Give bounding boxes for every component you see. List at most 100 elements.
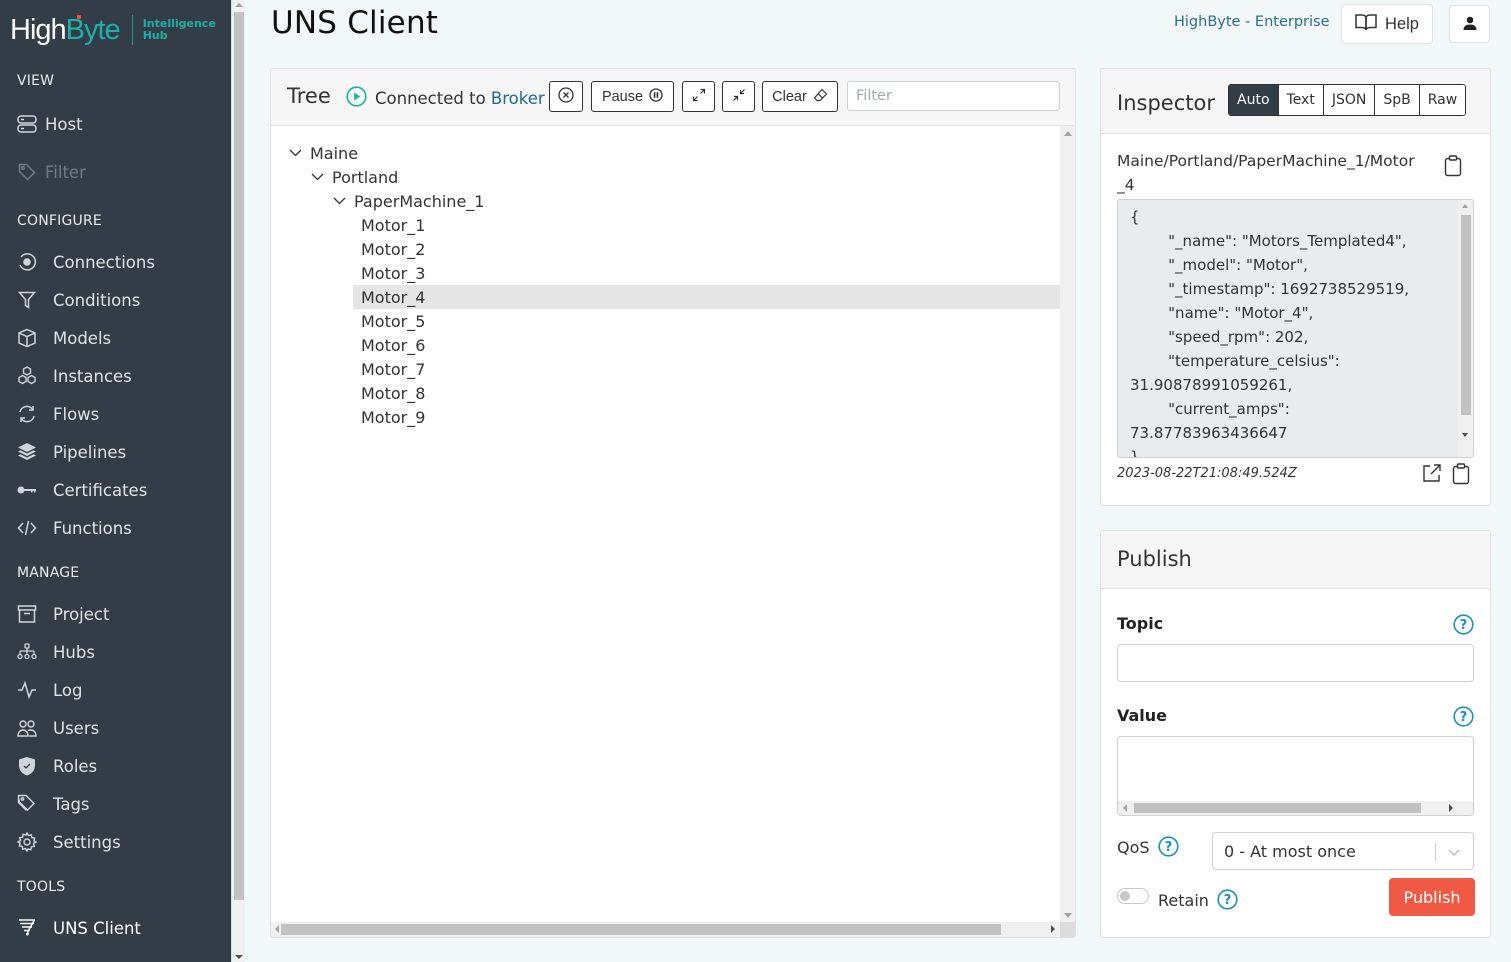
tree-node[interactable]: Motor_2: [361, 237, 425, 261]
mode-auto[interactable]: Auto: [1229, 85, 1278, 115]
tree-node-label: Motor_8: [361, 383, 426, 403]
tree-filter-input[interactable]: [847, 81, 1060, 111]
publish-button[interactable]: Publish: [1389, 878, 1475, 916]
value-horizontal-scrollbar[interactable]: [1118, 801, 1473, 815]
scroll-right-arrow-icon[interactable]: [1051, 925, 1055, 933]
scroll-right-arrow-icon[interactable]: [1449, 804, 1453, 812]
sidebar-item-label: Hubs: [53, 642, 95, 662]
chevron-down-icon[interactable]: [332, 197, 346, 205]
tree-node[interactable]: Motor_7: [361, 357, 425, 381]
sidebar-item-label: Instances: [53, 366, 132, 386]
tree-node[interactable]: PaperMachine_1: [332, 189, 484, 213]
sidebar-item-hubs[interactable]: Hubs: [17, 639, 95, 665]
sidebar-item-models[interactable]: Models: [17, 325, 111, 351]
highbyte-logo: High Byte Intelligence Hub: [10, 12, 216, 48]
help-button[interactable]: Help: [1341, 4, 1433, 44]
sidebar-item-connections[interactable]: Connections: [17, 249, 155, 275]
sidebar-item-users[interactable]: Users: [17, 715, 99, 741]
expand-all-button[interactable]: [682, 81, 715, 112]
scrollbar-thumb[interactable]: [281, 924, 1001, 935]
retain-toggle[interactable]: [1117, 888, 1149, 904]
sidebar-item-label: Connections: [53, 252, 155, 272]
publish-header: Publish: [1101, 531, 1490, 589]
sidebar-item-label: Log: [53, 680, 83, 700]
sidebar-item-instances[interactable]: Instances: [17, 363, 132, 389]
scrollbar-thumb[interactable]: [1461, 215, 1471, 415]
sidebar-item-filter[interactable]: Filter: [17, 159, 86, 185]
hierarchy-icon: [17, 642, 37, 662]
chevron-down-icon[interactable]: [310, 173, 324, 181]
scroll-left-arrow-icon[interactable]: [1123, 804, 1127, 812]
disconnect-button[interactable]: [549, 81, 583, 112]
payload-scrollbar[interactable]: [1458, 200, 1473, 457]
help-label: Help: [1385, 14, 1419, 33]
archive-icon: [17, 604, 37, 624]
value-textarea[interactable]: [1117, 736, 1474, 816]
topic-help-icon[interactable]: ?: [1453, 614, 1474, 639]
mode-spb[interactable]: SpB: [1374, 85, 1419, 115]
copy-payload-clipboard-icon[interactable]: [1452, 463, 1470, 489]
retain-help-icon[interactable]: ?: [1217, 889, 1238, 914]
qos-select[interactable]: 0 - At most once: [1212, 832, 1474, 870]
scroll-up-arrow-icon[interactable]: [1462, 204, 1468, 208]
tree-node[interactable]: Portland: [310, 165, 398, 189]
tree-node-label: Motor_1: [361, 215, 426, 235]
tree-vertical-scrollbar[interactable]: [1060, 126, 1075, 923]
broker-link[interactable]: Broker: [491, 89, 545, 108]
value-help-icon[interactable]: ?: [1453, 706, 1474, 731]
pause-circle-icon: [649, 87, 663, 106]
sidebar-item-host[interactable]: Host: [17, 111, 83, 137]
sidebar-item-flows[interactable]: Flows: [17, 401, 99, 427]
tree-node[interactable]: Motor_3: [361, 261, 425, 285]
clear-button[interactable]: Clear: [762, 81, 838, 112]
scroll-up-arrow-icon[interactable]: [1064, 131, 1072, 136]
topic-label: Topic: [1117, 614, 1164, 633]
copy-topic-clipboard-icon[interactable]: [1444, 155, 1462, 181]
tree-node[interactable]: Motor_6: [361, 333, 425, 357]
sidebar-item-roles[interactable]: Roles: [17, 753, 97, 779]
scroll-down-arrow-icon[interactable]: [235, 955, 243, 959]
collapse-all-button[interactable]: [722, 81, 755, 112]
tornado-icon: [17, 918, 37, 938]
open-external-icon[interactable]: [1422, 463, 1442, 489]
scrollbar-thumb[interactable]: [1134, 803, 1421, 813]
svg-text:?: ?: [1224, 893, 1232, 908]
tree-node[interactable]: Motor_1: [361, 213, 425, 237]
scrollbar-thumb[interactable]: [234, 12, 244, 900]
sidebar-item-tags[interactable]: Tags: [17, 791, 90, 817]
sidebar-item-pipelines[interactable]: Pipelines: [17, 439, 126, 465]
user-menu-button[interactable]: [1449, 5, 1490, 43]
sidebar-item-conditions[interactable]: Conditions: [17, 287, 140, 313]
funnel-icon: [17, 290, 37, 310]
scroll-down-arrow-icon[interactable]: [1064, 913, 1072, 918]
payload-viewer[interactable]: { "_name": "Motors_Templated4", "_model"…: [1117, 199, 1474, 458]
sidebar-scrollbar[interactable]: [231, 0, 245, 962]
tree-node[interactable]: Motor_9: [361, 405, 425, 429]
mode-raw[interactable]: Raw: [1418, 85, 1466, 115]
sidebar-item-functions[interactable]: Functions: [17, 515, 132, 541]
tree-node[interactable]: Maine: [288, 141, 358, 165]
pause-button[interactable]: Pause: [591, 81, 674, 112]
sidebar-item-certificates[interactable]: Certificates: [17, 477, 147, 503]
connection-status: Connected to Broker: [346, 86, 545, 111]
chevron-down-icon[interactable]: [288, 149, 302, 157]
sidebar-item-settings[interactable]: Settings: [17, 829, 121, 855]
mode-text[interactable]: Text: [1277, 85, 1323, 115]
mode-json[interactable]: JSON: [1322, 85, 1375, 115]
topic-input[interactable]: [1117, 644, 1474, 682]
tree-node[interactable]: Motor_5: [361, 309, 425, 333]
tree-node[interactable]: Motor_4: [353, 285, 1060, 309]
tree-node[interactable]: Motor_8: [361, 381, 425, 405]
gear-icon: [17, 832, 37, 852]
sidebar-item-uns-client[interactable]: UNS Client: [17, 915, 141, 941]
sidebar-item-label: Flows: [53, 404, 100, 424]
scroll-down-arrow-icon[interactable]: [1462, 433, 1468, 437]
qos-help-icon[interactable]: ?: [1158, 836, 1179, 861]
tree-horizontal-scrollbar[interactable]: [271, 922, 1061, 937]
logo-divider: [131, 15, 133, 45]
qos-selected-value: 0 - At most once: [1224, 841, 1356, 861]
sidebar-item-project[interactable]: Project: [17, 601, 109, 627]
sidebar-item-log[interactable]: Log: [17, 677, 82, 703]
scroll-left-arrow-icon[interactable]: [275, 925, 279, 933]
scroll-up-arrow-icon[interactable]: [235, 3, 243, 7]
